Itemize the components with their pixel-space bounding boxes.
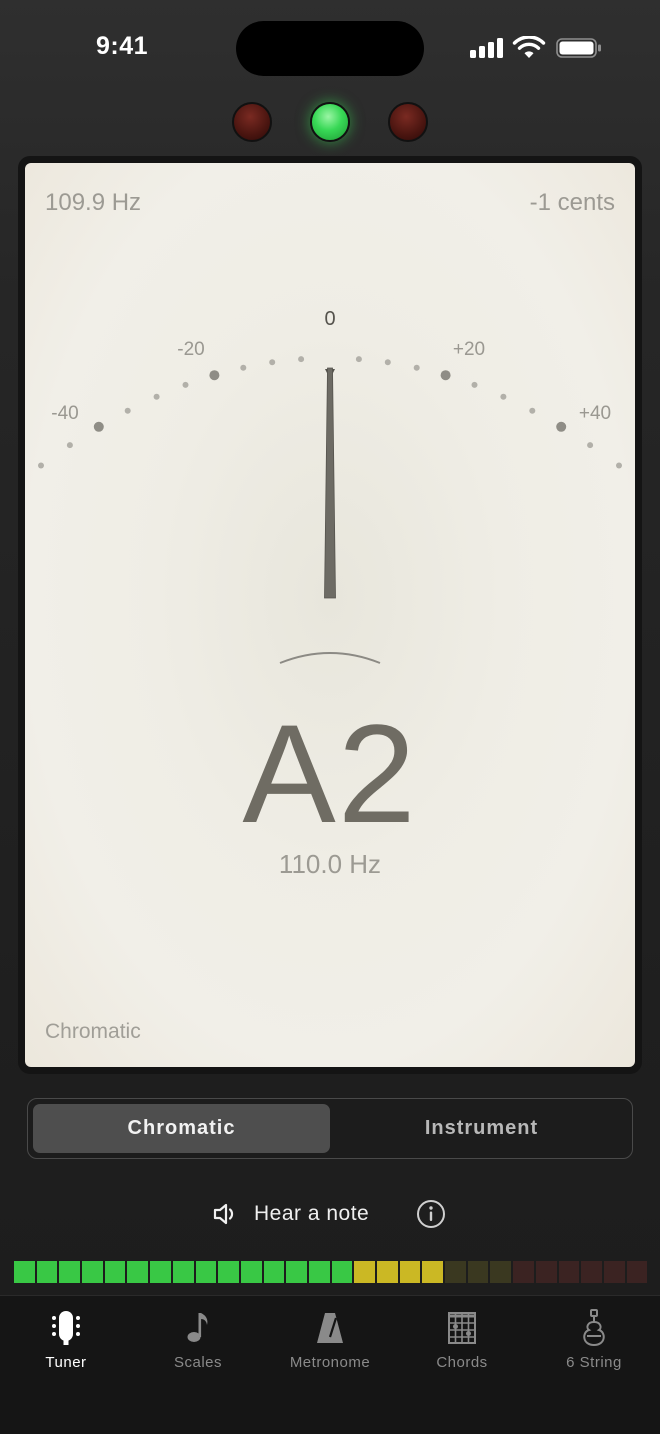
tuner-meter: 109.9 Hz -1 cents 0 -20 +20 -40 +40 A2 1… — [25, 163, 635, 1067]
tab-chords-label: Chords — [436, 1354, 488, 1371]
tab-scales[interactable]: Scales — [138, 1308, 258, 1371]
hear-note-label: Hear a note — [254, 1202, 370, 1225]
music-note-icon — [187, 1313, 208, 1342]
info-icon[interactable] — [416, 1199, 446, 1229]
level-segment — [218, 1261, 239, 1283]
scale-dot — [587, 442, 594, 449]
level-segment — [172, 1261, 194, 1283]
tab-6-string[interactable]: 6 String — [534, 1308, 654, 1371]
tuner-icon — [52, 1311, 80, 1345]
level-segment — [558, 1261, 580, 1283]
level-segment — [308, 1261, 330, 1283]
level-segment — [240, 1261, 262, 1283]
tab-tuner[interactable]: Tuner — [6, 1308, 126, 1371]
wifi-icon — [512, 36, 546, 58]
scale-dot — [153, 393, 160, 400]
level-segment — [263, 1261, 285, 1283]
speaker-icon — [213, 1203, 234, 1225]
level-segment — [581, 1261, 602, 1283]
level-segment — [626, 1261, 648, 1283]
in-tune-indicator-light — [310, 102, 350, 142]
cents-scale: 0 -20 +20 -40 +40 — [38, 308, 622, 664]
level-segment — [195, 1261, 217, 1283]
detected-note: A2 — [242, 695, 418, 852]
scale-dot — [38, 462, 44, 469]
chord-grid-icon — [448, 1312, 476, 1344]
guitar-icon — [583, 1309, 605, 1347]
level-segment — [467, 1261, 489, 1283]
hear-note-button[interactable]: Hear a note — [212, 1198, 369, 1230]
level-segment — [127, 1261, 149, 1283]
scale-dot — [413, 364, 420, 371]
level-segment — [14, 1261, 35, 1283]
scale-dot — [240, 364, 247, 371]
scale-dot — [471, 381, 478, 388]
flat-indicator-light — [232, 102, 272, 142]
scale-dot — [355, 356, 362, 363]
level-segment — [445, 1261, 466, 1283]
level-segment — [377, 1261, 398, 1283]
tab-scales-label: Scales — [173, 1354, 223, 1371]
scale-dot — [209, 370, 220, 381]
tab-tuner-label: Tuner — [45, 1354, 87, 1371]
level-segment — [104, 1261, 126, 1283]
scale-label-minus40: -40 — [51, 403, 78, 424]
scale-dot — [298, 356, 305, 363]
level-segment — [422, 1261, 444, 1283]
tab-bar: Tuner Scales Metronome Chords 6 String — [0, 1295, 660, 1434]
level-segment — [603, 1261, 625, 1283]
scale-dot — [124, 407, 131, 414]
scale-label-plus40: +40 — [579, 403, 611, 424]
cellular-signal-icon — [470, 36, 506, 60]
scale-dot — [556, 421, 567, 432]
scale-dot — [269, 359, 276, 366]
level-segment — [535, 1261, 557, 1283]
mode-segmented-control: Chromatic Instrument — [27, 1098, 633, 1159]
dynamic-island — [236, 21, 424, 76]
scale-label-zero: 0 — [324, 308, 335, 330]
target-arc — [279, 652, 381, 664]
level-segment — [82, 1261, 103, 1283]
scale-label-minus20: -20 — [177, 339, 204, 360]
scale-dot — [529, 407, 536, 414]
scale-dot — [384, 359, 391, 366]
level-segment — [331, 1261, 353, 1283]
scale-dot — [66, 442, 73, 449]
tuner-needle — [324, 367, 336, 599]
battery-icon — [556, 38, 601, 58]
level-segment — [513, 1261, 534, 1283]
level-segment — [36, 1261, 58, 1283]
sharp-indicator-light — [388, 102, 428, 142]
tab-metronome[interactable]: Metronome — [270, 1308, 390, 1371]
scale-label-plus20: +20 — [453, 339, 485, 360]
segment-chromatic[interactable]: Chromatic — [33, 1104, 330, 1153]
level-segment — [399, 1261, 421, 1283]
level-segment — [354, 1261, 375, 1283]
level-segment — [490, 1261, 512, 1283]
note-reference-frequency: 110.0 Hz — [278, 849, 382, 879]
input-level-meter — [14, 1261, 648, 1283]
scale-dot — [616, 462, 622, 469]
scale-dot — [182, 381, 189, 388]
tuning-mode-label: Chromatic — [45, 1020, 141, 1043]
scale-dot — [93, 421, 104, 432]
tab-metronome-label: Metronome — [289, 1354, 371, 1371]
level-segment — [59, 1261, 81, 1283]
tab-6-string-label: 6 String — [566, 1354, 622, 1371]
level-segment — [286, 1261, 307, 1283]
status-time: 9:41 — [96, 32, 149, 60]
scale-dot — [440, 370, 451, 381]
segment-instrument[interactable]: Instrument — [333, 1104, 630, 1153]
scale-dot — [500, 393, 507, 400]
metronome-icon — [317, 1313, 343, 1343]
tab-chords[interactable]: Chords — [402, 1308, 522, 1371]
level-segment — [150, 1261, 171, 1283]
